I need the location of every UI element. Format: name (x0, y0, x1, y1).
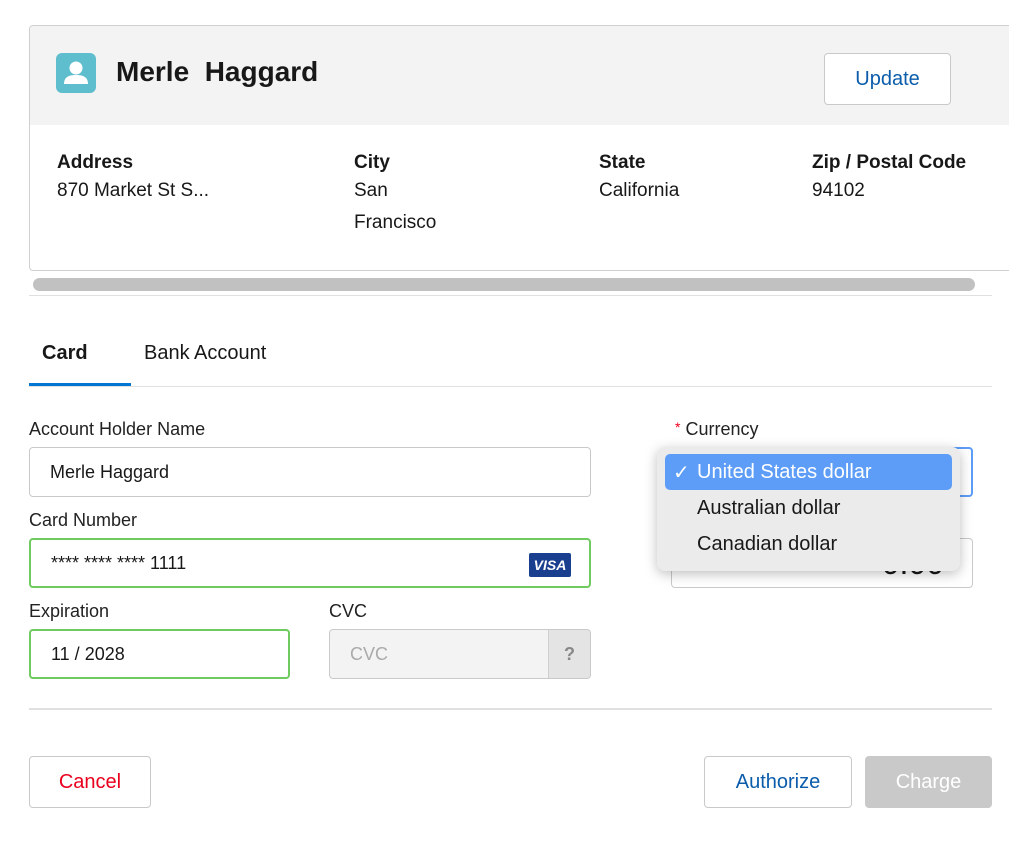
currency-dropdown-menu: ✓ United States dollar Australian dollar … (657, 447, 960, 571)
card-number-input[interactable]: **** **** **** 1111 VISA (29, 538, 591, 588)
currency-option-cad[interactable]: Canadian dollar (665, 526, 952, 562)
update-button[interactable]: Update (824, 53, 951, 105)
footer-divider (29, 708, 992, 710)
currency-option-usd[interactable]: ✓ United States dollar (665, 454, 952, 490)
holder-label: Account Holder Name (29, 419, 206, 439)
visa-icon: VISA (529, 553, 571, 577)
customer-header: Merle Haggard Update (30, 26, 1009, 125)
card-label: Card Number (29, 510, 138, 530)
state-field: State California (599, 152, 680, 201)
tab-card[interactable]: Card (42, 342, 88, 365)
customer-name: Merle Haggard (116, 56, 319, 87)
currency-option-aud[interactable]: Australian dollar (665, 490, 952, 526)
currency-label: * Currency (675, 419, 759, 439)
expiration-label: Expiration (29, 601, 110, 621)
checkmark-icon: ✓ (673, 461, 690, 484)
holder-name-input[interactable]: Merle Haggard (29, 447, 591, 497)
authorize-button[interactable]: Authorize (704, 756, 852, 808)
customer-card: Merle Haggard Update (29, 25, 1009, 271)
cvc-label: CVC (329, 601, 368, 621)
cancel-button[interactable]: Cancel (29, 756, 151, 808)
divider (29, 295, 992, 296)
horizontal-scrollbar[interactable] (33, 278, 975, 291)
cvc-input[interactable]: CVC ? (329, 629, 591, 679)
tabs-divider (29, 386, 992, 387)
tab-bank-account[interactable]: Bank Account (144, 342, 266, 365)
contact-icon (56, 53, 96, 93)
zip-field: Zip / Postal Code 94102 (812, 152, 967, 201)
city-field: City San Francisco (354, 152, 437, 233)
cvc-help-button[interactable]: ? (548, 630, 590, 678)
address-field: Address 870 Market St S... (57, 152, 210, 201)
charge-button[interactable]: Charge (865, 756, 992, 808)
expiration-input[interactable]: 11 / 2028 (29, 629, 290, 679)
